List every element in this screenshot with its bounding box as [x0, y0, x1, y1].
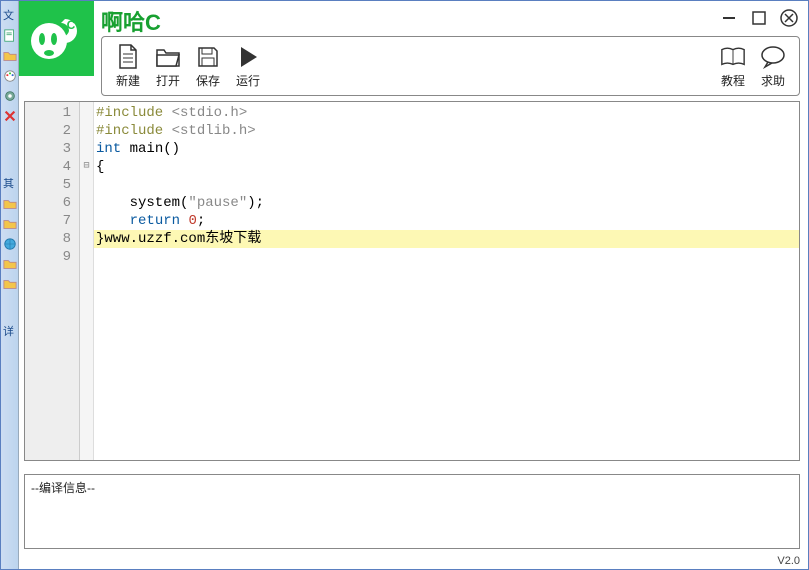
line-number-gutter: 123456789	[25, 102, 80, 460]
tutorial-button[interactable]: 教程	[713, 40, 753, 92]
new-button[interactable]: 新建	[108, 40, 148, 92]
close-button[interactable]	[778, 7, 800, 29]
chat-bubble-icon	[760, 44, 786, 70]
save-disk-icon	[195, 44, 221, 70]
toolbar: 新建 打开 保存 运行 教程 求助	[101, 36, 800, 96]
save-button[interactable]: 保存	[188, 40, 228, 92]
header: C 啊哈C 新建 打开 保存 运行	[19, 1, 808, 98]
compile-info-label: --编译信息--	[31, 481, 95, 495]
help-label: 求助	[761, 72, 785, 89]
open-folder-icon	[155, 44, 181, 70]
version-label: V2.0	[777, 555, 800, 567]
book-icon	[720, 44, 746, 70]
sidebar-label-0[interactable]: 文	[1, 7, 18, 23]
open-label: 打开	[156, 72, 180, 89]
main-area: C 啊哈C 新建 打开 保存 运行	[19, 1, 808, 569]
window-controls	[718, 7, 800, 29]
sidebar-icon-folder3[interactable]	[2, 217, 18, 233]
sidebar-label-2[interactable]: 详	[1, 323, 18, 339]
sidebar-icon-folder4[interactable]	[2, 257, 18, 273]
sidebar-label-1[interactable]: 其	[1, 175, 18, 191]
sidebar-icon-folder5[interactable]	[2, 277, 18, 293]
tutorial-label: 教程	[721, 72, 745, 89]
sidebar-icon-gear[interactable]	[2, 89, 18, 105]
app-logo: C	[19, 1, 94, 76]
sidebar-icon-globe[interactable]	[2, 237, 18, 253]
app-sidebar: 文 其 详	[1, 1, 19, 569]
run-play-icon	[235, 44, 261, 70]
help-button[interactable]: 求助	[753, 40, 793, 92]
run-button[interactable]: 运行	[228, 40, 268, 92]
sidebar-icon-delete[interactable]	[2, 109, 18, 125]
save-label: 保存	[196, 72, 220, 89]
new-file-icon	[115, 44, 141, 70]
open-button[interactable]: 打开	[148, 40, 188, 92]
code-content[interactable]: #include <stdio.h>#include <stdlib.h>int…	[94, 102, 799, 460]
svg-text:C: C	[66, 18, 75, 32]
app-title: 啊哈C	[101, 5, 161, 37]
sidebar-icon-folder1[interactable]	[2, 49, 18, 65]
sidebar-icon-paint[interactable]	[2, 69, 18, 85]
new-label: 新建	[116, 72, 140, 89]
code-editor[interactable]: 123456789 ⊟ #include <stdio.h>#include <…	[24, 101, 800, 461]
fold-column: ⊟	[80, 102, 94, 460]
sidebar-icon-doc[interactable]	[2, 29, 18, 45]
run-label: 运行	[236, 72, 260, 89]
sidebar-icon-folder2[interactable]	[2, 197, 18, 213]
maximize-button[interactable]	[748, 7, 770, 29]
minimize-button[interactable]	[718, 7, 740, 29]
compile-output-panel[interactable]: --编译信息--	[24, 474, 800, 549]
